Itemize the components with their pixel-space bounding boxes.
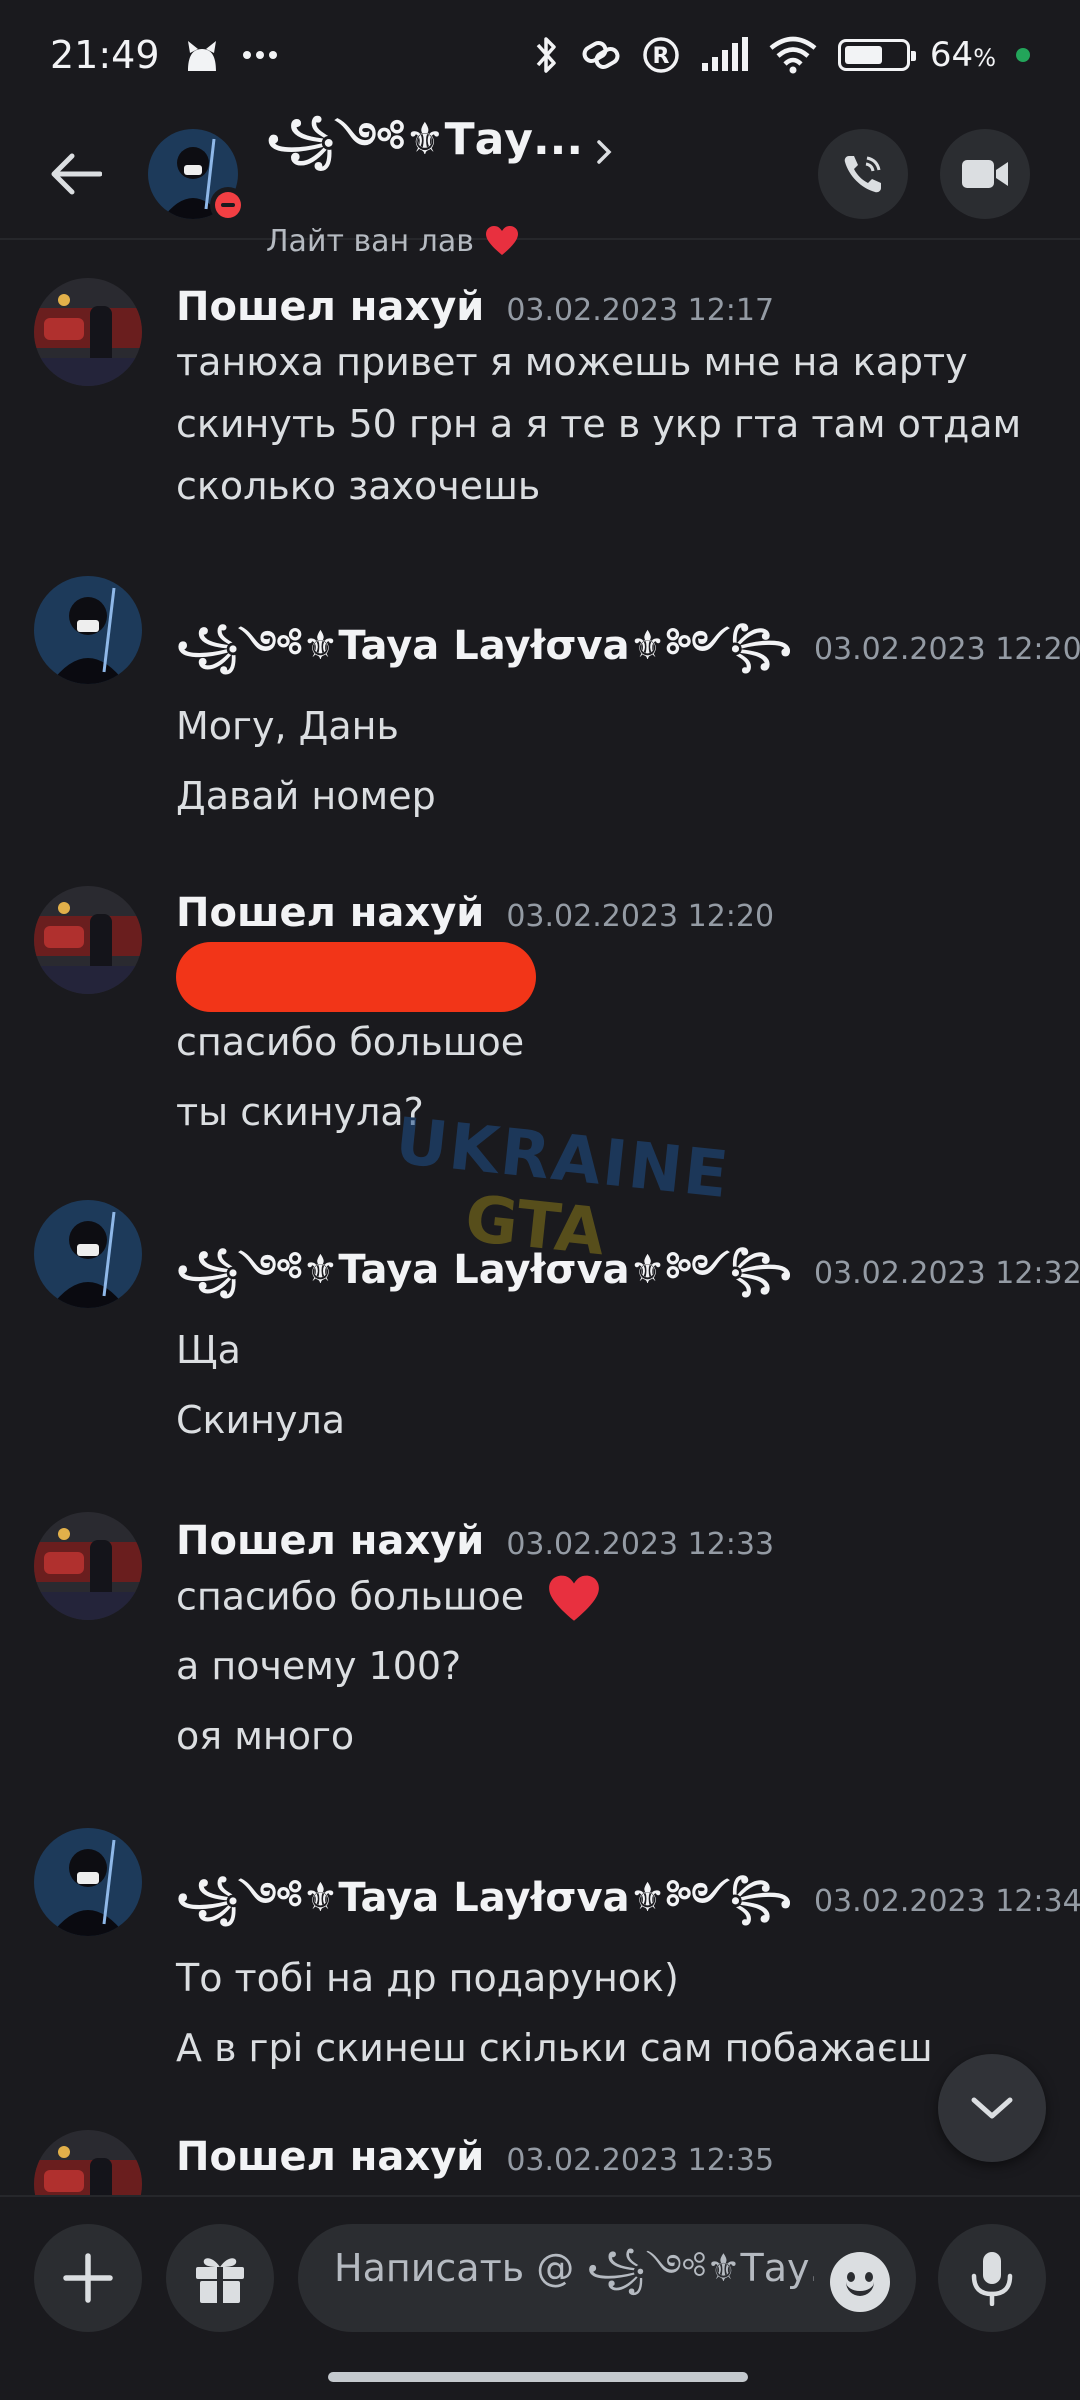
battery-icon [837, 39, 916, 71]
message-text[interactable]: А в грі скинеш скільки сам побажаєш [176, 2026, 933, 2070]
message-timestamp: 03.02.2023 12:17 [506, 293, 775, 328]
video-camera-icon [962, 160, 1008, 188]
emoji-icon[interactable] [830, 2252, 890, 2312]
avatar[interactable] [34, 1512, 142, 1620]
message-timestamp: 03.02.2023 12:20 [813, 632, 1080, 667]
svg-text:R: R [652, 44, 669, 69]
message-author[interactable]: Пошел нахуй [176, 1518, 484, 1564]
message-timestamp: 03.02.2023 12:20 [506, 899, 775, 934]
status-time: 21:49 [50, 33, 160, 77]
message-timestamp: 03.02.2023 12:35 [506, 2143, 775, 2178]
message-timestamp: 03.02.2023 12:34 [813, 1884, 1080, 1919]
battery-fill [844, 46, 882, 64]
gift-icon [196, 2258, 244, 2303]
avatar[interactable] [34, 2130, 142, 2195]
watermark-line1: UKRAINE [391, 1104, 734, 1214]
chevron-down-icon [971, 2097, 1013, 2119]
back-arrow-icon [51, 153, 102, 195]
attach-button[interactable] [34, 2224, 142, 2332]
message-timestamp: 03.02.2023 12:32 [813, 1256, 1080, 1291]
header-title: ꧁༺⚜Тау... [266, 113, 584, 165]
phone-call-icon [844, 156, 881, 193]
user-avatar-image [34, 576, 142, 684]
user-avatar-image [34, 278, 142, 386]
voice-call-button[interactable] [818, 129, 908, 219]
avatar[interactable] [34, 1828, 142, 1936]
message-text[interactable]: ты скинула? [176, 1090, 424, 1134]
message-text[interactable]: оя много [176, 1714, 354, 1758]
message-author[interactable]: ꧁༺⚜Taya Layłσva⚜༻꧂ [176, 1224, 792, 1337]
redacted-phone-number [176, 942, 536, 1012]
message-author[interactable]: Пошел нахуй [176, 284, 484, 330]
message-author[interactable]: ꧁༺⚜Taya Layłσva⚜༻꧂ [176, 600, 792, 713]
battery-percent-sign: % [973, 44, 996, 72]
dnd-status-icon [210, 187, 246, 223]
user-avatar-image [34, 886, 142, 994]
chevron-right-icon [597, 139, 612, 164]
message-text[interactable]: а почему 100? [176, 1644, 461, 1688]
heart-emoji-icon [549, 1575, 600, 1621]
avatar[interactable] [34, 1200, 142, 1308]
message-input-placeholder: Написать @ ꧁༺⚜Тау... [334, 2246, 814, 2290]
gift-button[interactable] [166, 2224, 274, 2332]
message-author[interactable]: Пошел нахуй [176, 890, 484, 936]
message-text[interactable]: Могу, Дань [176, 704, 399, 748]
message-text[interactable]: сколько захочешь [176, 464, 540, 508]
microphone-icon [971, 2252, 1013, 2306]
avatar[interactable] [34, 576, 142, 684]
registered-icon: R [643, 37, 679, 73]
message-text[interactable]: Ща [176, 1328, 241, 1372]
avatar[interactable] [34, 886, 142, 994]
user-avatar-image [34, 1200, 142, 1308]
cat-icon [187, 41, 216, 71]
message-text[interactable]: танюха привет я можешь мне на карту [176, 340, 968, 384]
user-avatar-image [34, 1828, 142, 1936]
message-text[interactable]: скинуть 50 грн а я те в укр гта там отда… [176, 402, 1021, 446]
video-call-button[interactable] [940, 129, 1030, 219]
message-text: спасибо большое [176, 1574, 525, 1619]
home-indicator[interactable] [328, 2372, 748, 2382]
user-avatar-image [34, 2130, 142, 2195]
jump-to-bottom-button[interactable] [938, 2054, 1046, 2162]
message-text[interactable]: спасибо большое [176, 1020, 524, 1064]
avatar[interactable] [34, 278, 142, 386]
message-text[interactable]: Скинула [176, 1398, 345, 1442]
message-text[interactable]: Давай номер [176, 774, 436, 818]
more-dots-icon [242, 51, 277, 59]
header-text[interactable]: ꧁༺⚜Тау... Лайт ван лав [266, 90, 613, 259]
message-list[interactable]: Пошел нахуй 03.02.2023 12:17 танюха прив… [0, 240, 1080, 2195]
voice-message-button[interactable] [938, 2224, 1046, 2332]
signal-icon [701, 37, 748, 71]
bluetooth-icon [536, 37, 556, 73]
battery-percent: 64 [929, 35, 974, 75]
message-input[interactable]: Написать @ ꧁༺⚜Тау... [298, 2224, 916, 2332]
message-author[interactable]: Пошел нахуй [176, 2134, 484, 2180]
message-text[interactable]: То тобі на др подарунок) [176, 1956, 679, 2000]
back-button[interactable] [36, 134, 116, 214]
message-author[interactable]: ꧁༺⚜Taya Layłσva⚜༻꧂ [176, 1852, 792, 1965]
message-composer: Написать @ ꧁༺⚜Тау... [0, 2195, 1080, 2345]
message-timestamp: 03.02.2023 12:33 [506, 1527, 775, 1562]
header-avatar[interactable] [148, 129, 246, 223]
link-icon [582, 41, 620, 69]
chat-header: ꧁༺⚜Тау... Лайт ван лав [0, 110, 1080, 259]
privacy-indicator-dot [1016, 48, 1030, 62]
plus-icon [63, 2253, 113, 2303]
user-avatar-image [34, 1512, 142, 1620]
wifi-icon [769, 36, 817, 74]
